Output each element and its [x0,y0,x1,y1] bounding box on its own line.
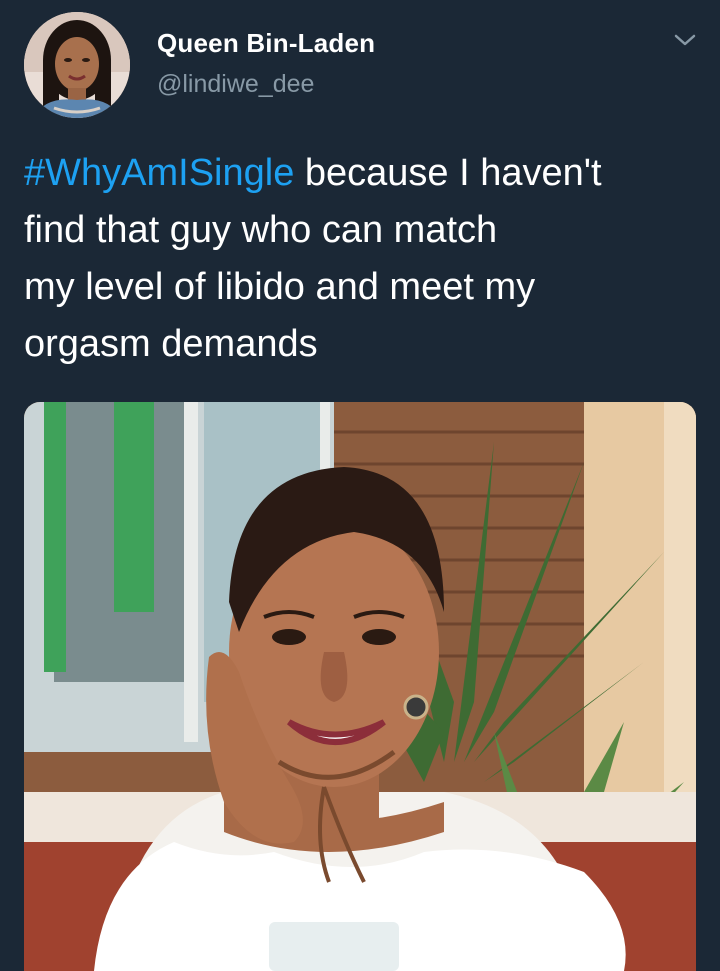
tweet-text: #WhyAmISingle because I haven't find tha… [24,145,704,373]
photo-image [24,402,696,971]
tweet-text-rest: find that guy who can match my level of … [24,209,536,365]
hashtag-link[interactable]: #WhyAmISingle [24,152,294,194]
avatar[interactable] [24,12,130,118]
tweet-text-line1: because I haven't [294,152,602,194]
tweet-card: Queen Bin-Laden @lindiwe_dee #WhyAmISing… [0,0,720,971]
chevron-down-icon[interactable] [672,30,698,50]
avatar-photo [24,12,130,118]
tweet-photo[interactable] [24,402,696,971]
display-name[interactable]: Queen Bin-Laden [157,28,375,59]
user-handle[interactable]: @lindiwe_dee [157,70,314,99]
